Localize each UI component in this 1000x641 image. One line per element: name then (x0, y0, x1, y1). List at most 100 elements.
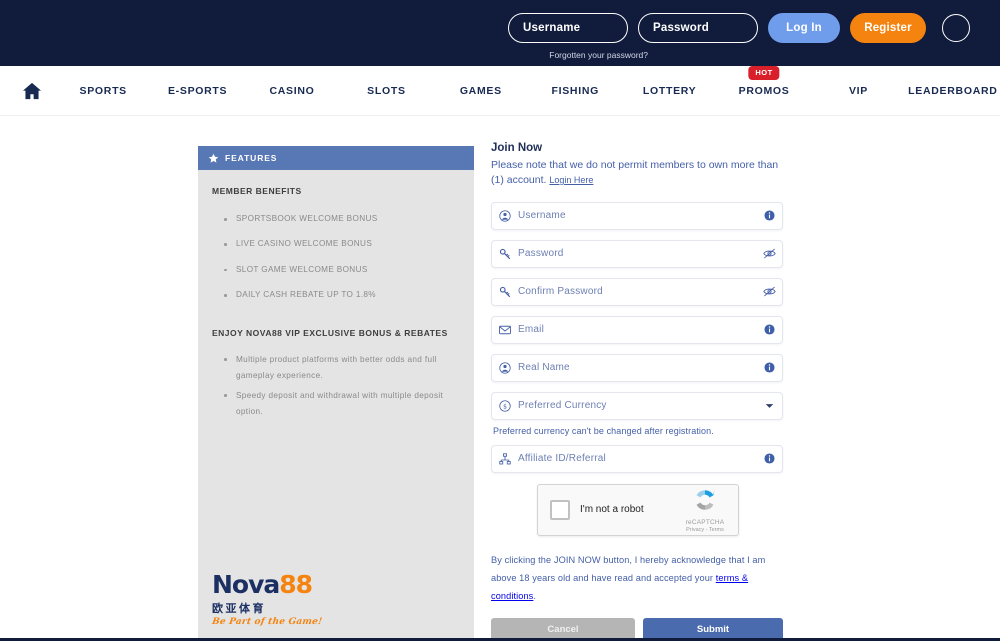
logo-chinese-text: 欧亚体育 (212, 602, 266, 615)
hot-badge: HOT (748, 65, 780, 80)
nav-item-fishing[interactable]: FISHING (528, 85, 622, 97)
password-placeholder: Password (518, 248, 564, 260)
logo-name-primary: Nova (212, 570, 280, 599)
nav-item-sports[interactable]: SPORTS (56, 85, 150, 97)
info-icon[interactable] (756, 453, 782, 464)
header-auth-controls: Log In Register (508, 13, 970, 43)
real-name-field[interactable]: Real Name (491, 353, 783, 382)
real-name-placeholder: Real Name (518, 362, 570, 374)
recaptcha-logo-icon (696, 490, 715, 510)
info-icon[interactable] (756, 324, 782, 335)
recaptcha-terms[interactable]: Privacy - Terms (676, 527, 734, 533)
network-icon (492, 453, 518, 465)
confirm-password-placeholder: Confirm Password (518, 286, 603, 298)
list-item: Speedy deposit and withdrawal with multi… (224, 388, 456, 420)
preferred-currency-select[interactable]: $ Preferred Currency (491, 391, 783, 420)
registration-form: Join Now Please note that we do not perm… (491, 142, 783, 641)
recaptcha-widget[interactable]: I'm not a robot reCAPTCHA Privacy - Term… (537, 483, 739, 536)
forgot-password-link[interactable]: Forgotten your password? (549, 50, 648, 60)
chevron-down-icon[interactable] (756, 403, 782, 409)
logo-tagline: Be Part of the Game! (211, 617, 323, 627)
terms-acknowledgement: By clicking the JOIN NOW button, I hereb… (491, 552, 783, 606)
list-item: SPORTSBOOK WELCOME BONUS (224, 212, 456, 226)
registration-page: Log In Register Forgotten your password?… (0, 0, 1000, 641)
nav-item-leaderboard[interactable]: LEADERBOARD (906, 85, 1000, 97)
nav-item-games[interactable]: GAMES (434, 85, 528, 97)
recaptcha-brand-name: reCAPTCHA (685, 518, 725, 526)
affiliate-field[interactable]: Affiliate ID/Referral (491, 444, 783, 473)
header-password-input[interactable] (638, 13, 758, 43)
email-placeholder: Email (518, 324, 545, 336)
nav-item-home[interactable] (8, 82, 56, 100)
features-panel-header: FEATURES (198, 146, 474, 170)
main-navigation: SPORTS E-SPORTS CASINO SLOTS GAMES FISHI… (0, 65, 1000, 116)
nav-label: SPORTS (79, 84, 127, 97)
logo-wordmark: Nova 88 (212, 570, 342, 599)
user-icon (492, 362, 518, 374)
nav-item-slots[interactable]: SLOTS (339, 85, 433, 97)
header-username-input[interactable] (508, 13, 628, 43)
member-benefits-title: MEMBER BENEFITS (212, 186, 302, 196)
eye-slash-icon[interactable] (756, 248, 782, 259)
register-button[interactable]: Register (850, 13, 926, 43)
star-icon (208, 153, 219, 163)
language-selector-icon[interactable] (942, 14, 970, 42)
list-item: Multiple product platforms with better o… (224, 352, 456, 384)
envelope-icon (492, 325, 518, 335)
features-header-label: FEATURES (225, 153, 278, 163)
nav-label: LEADERBOARD (908, 84, 998, 97)
nav-item-lottery[interactable]: LOTTERY (622, 85, 716, 97)
nova88-logo: Nova 88 欧亚体育 Be Part of the Game! (211, 570, 342, 627)
nav-item-list: SPORTS E-SPORTS CASINO SLOTS GAMES FISHI… (56, 65, 1000, 97)
preferred-currency-value: Preferred Currency (518, 400, 607, 412)
nav-label: GAMES (459, 84, 502, 97)
list-item: LIVE CASINO WELCOME BONUS (224, 237, 456, 251)
nav-label: E-SPORTS (167, 84, 228, 97)
vip-bonus-list: Multiple product platforms with better o… (212, 352, 456, 420)
key-icon (492, 248, 518, 260)
page-title: Join Now (491, 142, 543, 154)
vip-bonus-title: ENJOY NOVA88 VIP EXCLUSIVE BONUS & REBAT… (212, 328, 448, 339)
recaptcha-label: I'm not a robot (580, 504, 644, 516)
page-content: FEATURES MEMBER BENEFITS SPORTSBOOK WELC… (0, 116, 1000, 641)
registration-note-text: Please note that we do not permit member… (491, 159, 779, 186)
registration-note: Please note that we do not permit member… (491, 158, 783, 188)
currency-hint: Preferred currency can't be changed afte… (493, 425, 714, 436)
info-icon[interactable] (756, 362, 782, 373)
top-header-bar: Log In Register Forgotten your password? (0, 0, 1000, 66)
member-benefits-list: SPORTSBOOK WELCOME BONUS LIVE CASINO WEL… (212, 212, 456, 302)
nav-item-esports[interactable]: E-SPORTS (150, 85, 244, 97)
login-button[interactable]: Log In (768, 13, 840, 43)
username-field[interactable]: Username (491, 201, 783, 230)
recaptcha-checkbox[interactable] (550, 499, 570, 520)
nav-label: LOTTERY (642, 84, 697, 97)
affiliate-placeholder: Affiliate ID/Referral (518, 453, 606, 465)
password-field[interactable]: Password (491, 239, 783, 268)
username-placeholder: Username (518, 210, 566, 222)
user-icon (492, 210, 518, 222)
email-field[interactable]: Email (491, 315, 783, 344)
nav-item-vip[interactable]: VIP (811, 85, 905, 97)
terms-text-trailing: . (533, 590, 537, 601)
nav-item-promos[interactable]: HOT PROMOS (717, 65, 811, 97)
nav-label: PROMOS (738, 84, 790, 97)
info-icon[interactable] (756, 210, 782, 221)
confirm-password-field[interactable]: Confirm Password (491, 277, 783, 306)
nav-item-casino[interactable]: CASINO (245, 85, 339, 97)
svg-text:$: $ (503, 403, 507, 410)
features-panel-body: MEMBER BENEFITS SPORTSBOOK WELCOME BONUS… (198, 170, 474, 420)
eye-slash-icon[interactable] (756, 286, 782, 297)
nav-label: VIP (848, 84, 868, 97)
nav-label: CASINO (269, 84, 315, 97)
list-item: DAILY CASH REBATE UP TO 1.8% (224, 288, 456, 302)
nav-label: FISHING (551, 84, 599, 97)
logo-name-accent: 88 (279, 570, 313, 599)
currency-icon: $ (492, 400, 518, 412)
features-panel: FEATURES MEMBER BENEFITS SPORTSBOOK WELC… (198, 146, 474, 639)
home-icon (23, 82, 41, 99)
nav-label: SLOTS (367, 84, 406, 97)
list-item: SLOT GAME WELCOME BONUS (224, 263, 456, 277)
login-here-link[interactable]: Login Here (549, 175, 593, 185)
key-icon (492, 286, 518, 298)
recaptcha-branding: reCAPTCHA Privacy - Terms (676, 487, 738, 533)
